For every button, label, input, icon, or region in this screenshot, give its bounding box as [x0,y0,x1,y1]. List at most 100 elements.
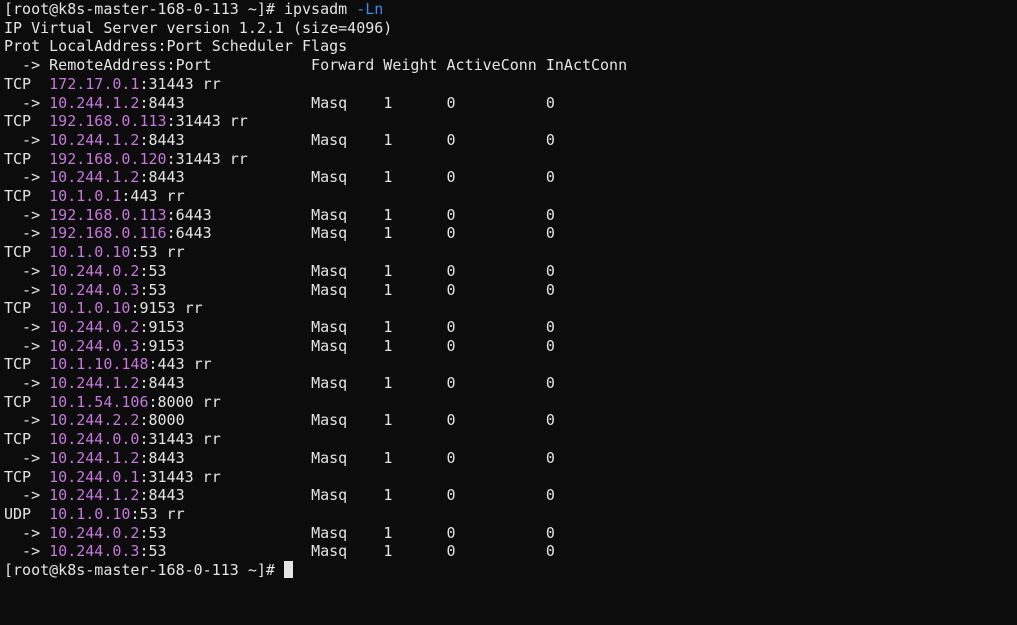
dest-line: -> 10.244.1.2:8443 Masq 1 0 0 [4,94,1013,113]
dest-line: -> 10.244.1.2:8443 Masq 1 0 0 [4,486,1013,505]
dest-ip: 10.244.0.2 [49,318,139,336]
cursor [284,561,293,578]
weight-cell: 1 [383,224,446,242]
service-ip: 192.168.0.113 [49,112,166,130]
dest-port: :8443 [139,168,184,186]
activeconn-cell: 0 [447,524,546,542]
service-line: TCP 192.168.0.113:31443 rr [4,112,1013,131]
service-port-sched: :31443 rr [139,468,220,486]
inactconn-cell: 0 [546,524,555,542]
weight-cell: 1 [383,94,446,112]
service-port-sched: :53 rr [130,505,184,523]
dest-port: :8443 [139,449,184,467]
inactconn-cell: 0 [546,374,555,392]
forward-cell: Masq [311,168,383,186]
inactconn-cell: 0 [546,281,555,299]
dest-ip: 10.244.1.2 [49,131,139,149]
dest-ip: 10.244.0.3 [49,542,139,560]
service-line: TCP 10.1.0.10:53 rr [4,243,1013,262]
dest-port: :53 [139,524,166,542]
dest-port: :8443 [139,374,184,392]
dest-port: :53 [139,542,166,560]
service-port-sched: :8000 rr [149,393,221,411]
service-ip: 10.244.0.1 [49,468,139,486]
forward-cell: Masq [311,318,383,336]
dest-line: -> 10.244.0.3:9153 Masq 1 0 0 [4,337,1013,356]
forward-cell: Masq [311,94,383,112]
service-ip: 10.1.0.10 [49,299,130,317]
forward-cell: Masq [311,524,383,542]
inactconn-cell: 0 [546,318,555,336]
forward-cell: Masq [311,281,383,299]
weight-cell: 1 [383,168,446,186]
dest-line: -> 10.244.0.2:53 Masq 1 0 0 [4,262,1013,281]
dest-line: -> 10.244.2.2:8000 Masq 1 0 0 [4,411,1013,430]
activeconn-cell: 0 [447,224,546,242]
dest-line: -> 10.244.1.2:8443 Masq 1 0 0 [4,168,1013,187]
service-port-sched: :9153 rr [130,299,202,317]
inactconn-cell: 0 [546,206,555,224]
terminal-output[interactable]: [root@k8s-master-168-0-113 ~]# ipvsadm -… [0,0,1017,580]
activeconn-cell: 0 [447,94,546,112]
service-port-sched: :31443 rr [139,430,220,448]
service-line: TCP 192.168.0.120:31443 rr [4,150,1013,169]
dest-ip: 192.168.0.113 [49,206,166,224]
prompt-line-1: [root@k8s-master-168-0-113 ~]# ipvsadm -… [4,0,1013,19]
dest-line: -> 10.244.1.2:8443 Masq 1 0 0 [4,449,1013,468]
forward-cell: Masq [311,262,383,280]
inactconn-cell: 0 [546,411,555,429]
activeconn-cell: 0 [447,131,546,149]
dest-line: -> 10.244.1.2:8443 Masq 1 0 0 [4,131,1013,150]
weight-cell: 1 [383,411,446,429]
dest-ip: 10.244.1.2 [49,374,139,392]
service-ip: 10.1.10.148 [49,355,148,373]
service-ip: 10.1.0.10 [49,243,130,261]
activeconn-cell: 0 [447,449,546,467]
sub-header-line: -> RemoteAddress:Port Forward Weight Act… [4,56,1013,75]
dest-port: :6443 [167,224,212,242]
inactconn-cell: 0 [546,131,555,149]
weight-cell: 1 [383,206,446,224]
dest-line: -> 10.244.0.2:53 Masq 1 0 0 [4,524,1013,543]
forward-cell: Masq [311,542,383,560]
dest-port: :8443 [139,486,184,504]
dest-ip: 10.244.1.2 [49,94,139,112]
weight-cell: 1 [383,131,446,149]
dest-line: -> 10.244.0.2:9153 Masq 1 0 0 [4,318,1013,337]
service-port-sched: :443 rr [149,355,212,373]
inactconn-cell: 0 [546,486,555,504]
dest-port: :8443 [139,131,184,149]
weight-cell: 1 [383,449,446,467]
service-ip: 10.1.0.1 [49,187,121,205]
dest-line: -> 10.244.0.3:53 Masq 1 0 0 [4,542,1013,561]
dest-line: -> 10.244.0.3:53 Masq 1 0 0 [4,281,1013,300]
dest-line: -> 192.168.0.116:6443 Masq 1 0 0 [4,224,1013,243]
service-line: TCP 172.17.0.1:31443 rr [4,75,1013,94]
weight-cell: 1 [383,281,446,299]
dest-port: :53 [139,262,166,280]
dest-ip: 192.168.0.116 [49,224,166,242]
prompt-line-2[interactable]: [root@k8s-master-168-0-113 ~]# [4,561,1013,580]
activeconn-cell: 0 [447,486,546,504]
dest-port: :8000 [139,411,184,429]
prompt-text: [root@k8s-master-168-0-113 ~]# [4,0,284,18]
dest-ip: 10.244.0.3 [49,281,139,299]
service-line: UDP 10.1.0.10:53 rr [4,505,1013,524]
service-ip: 172.17.0.1 [49,75,139,93]
forward-cell: Masq [311,374,383,392]
weight-cell: 1 [383,318,446,336]
weight-cell: 1 [383,262,446,280]
service-line: TCP 10.244.0.0:31443 rr [4,430,1013,449]
prompt-text-2: [root@k8s-master-168-0-113 ~]# [4,561,284,579]
command-option: -Ln [356,0,383,18]
header-line: Prot LocalAddress:Port Scheduler Flags [4,37,1013,56]
service-line: TCP 10.1.0.10:9153 rr [4,299,1013,318]
service-line: TCP 10.1.0.1:443 rr [4,187,1013,206]
weight-cell: 1 [383,374,446,392]
dest-line: -> 10.244.1.2:8443 Masq 1 0 0 [4,374,1013,393]
service-line: TCP 10.1.54.106:8000 rr [4,393,1013,412]
service-line: TCP 10.244.0.1:31443 rr [4,468,1013,487]
service-ip: 10.1.54.106 [49,393,148,411]
service-ip: 10.244.0.0 [49,430,139,448]
service-port-sched: :31443 rr [167,150,248,168]
